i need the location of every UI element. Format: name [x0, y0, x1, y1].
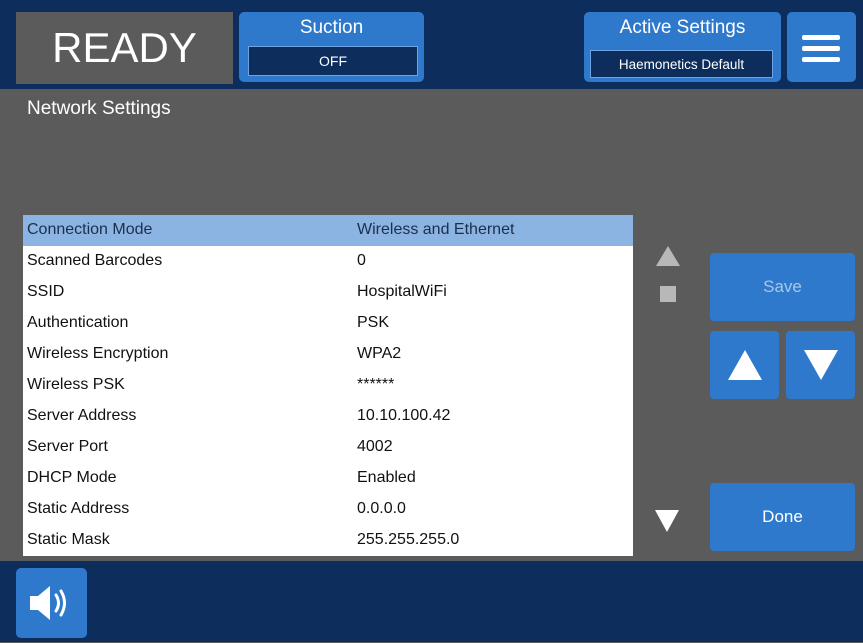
row-value: 0: [357, 252, 366, 269]
settings-row-dhcp-mode[interactable]: DHCP Mode Enabled: [23, 463, 633, 494]
row-label: Scanned Barcodes: [27, 252, 163, 269]
speaker-button[interactable]: [16, 568, 87, 638]
bottom-bar: [0, 561, 863, 642]
suction-title: Suction: [299, 17, 364, 38]
menu-button[interactable]: [787, 12, 856, 82]
row-value: WPA2: [357, 345, 402, 362]
speaker-volume-icon: [30, 586, 66, 620]
arrow-down-icon: [803, 350, 838, 380]
move-down-button[interactable]: [786, 331, 855, 399]
done-button[interactable]: Done: [710, 483, 855, 551]
row-value: 4002: [357, 438, 393, 455]
arrow-up-icon: [727, 350, 762, 380]
settings-row-server-address[interactable]: Server Address 10.10.100.42: [23, 401, 633, 432]
row-label: Authentication: [27, 314, 129, 331]
settings-row-connection-mode[interactable]: Connection Mode Wireless and Ethernet: [23, 215, 633, 246]
scroll-up-arrow-icon[interactable]: [656, 246, 680, 266]
row-value: PSK: [357, 314, 390, 331]
row-label: Server Port: [27, 438, 108, 455]
settings-row-static-address[interactable]: Static Address 0.0.0.0: [23, 494, 633, 525]
row-label: Static Address: [27, 500, 130, 517]
settings-row-wireless-psk[interactable]: Wireless PSK ******: [23, 370, 633, 401]
settings-row-scanned-barcodes[interactable]: Scanned Barcodes 0: [23, 246, 633, 277]
active-settings-value: Haemonetics Default: [590, 50, 773, 78]
row-label: Server Address: [27, 407, 137, 424]
row-label: SSID: [27, 283, 65, 300]
settings-list: Connection Mode Wireless and Ethernet Sc…: [23, 215, 633, 556]
row-value: 0.0.0.0: [357, 500, 406, 517]
settings-row-authentication[interactable]: Authentication PSK: [23, 308, 633, 339]
row-label: Static Mask: [27, 531, 110, 548]
suction-panel[interactable]: Suction OFF: [239, 12, 424, 82]
move-up-button[interactable]: [710, 331, 779, 399]
row-value: 10.10.100.42: [357, 407, 451, 424]
row-label: Wireless PSK: [27, 376, 125, 393]
row-value: Enabled: [357, 469, 416, 486]
row-value: ******: [357, 376, 395, 393]
row-label: Wireless Encryption: [27, 345, 169, 362]
row-value: HospitalWiFi: [357, 283, 447, 300]
active-settings-panel[interactable]: Active Settings Haemonetics Default: [584, 12, 781, 82]
settings-row-wireless-encryption[interactable]: Wireless Encryption WPA2: [23, 339, 633, 370]
status-display: READY: [16, 12, 233, 84]
row-value: 255.255.255.0: [357, 531, 460, 548]
page-title: Network Settings: [27, 98, 171, 119]
row-label: Connection Mode: [27, 221, 153, 238]
settings-row-static-mask[interactable]: Static Mask 255.255.255.0: [23, 525, 633, 556]
row-value: Wireless and Ethernet: [357, 221, 515, 238]
settings-row-server-port[interactable]: Server Port 4002: [23, 432, 633, 463]
active-settings-title: Active Settings: [619, 17, 746, 38]
save-button[interactable]: Save: [710, 253, 855, 321]
row-label: DHCP Mode: [27, 469, 117, 486]
scrollbar-thumb[interactable]: [660, 286, 676, 302]
suction-value: OFF: [248, 46, 418, 76]
scroll-down-arrow-icon[interactable]: [655, 510, 679, 532]
settings-row-ssid[interactable]: SSID HospitalWiFi: [23, 277, 633, 308]
